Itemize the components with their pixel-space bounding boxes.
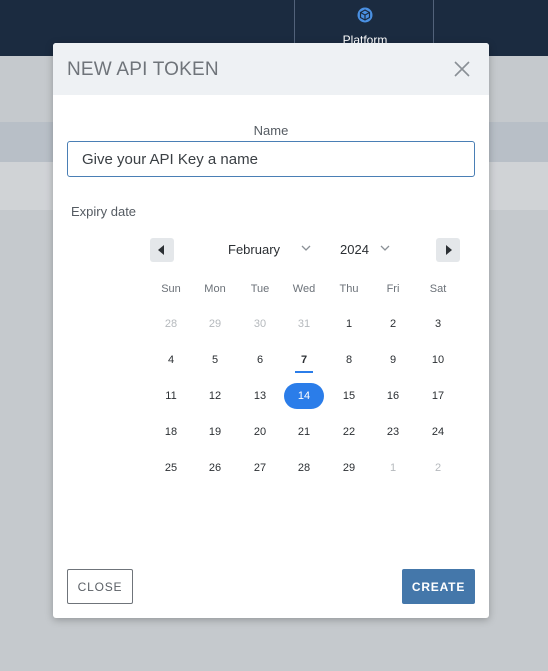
dialog-title: NEW API TOKEN: [67, 59, 219, 80]
new-api-token-dialog: NEW API TOKEN Name Expiry date February …: [53, 43, 489, 618]
calendar-day[interactable]: 23: [373, 419, 413, 445]
cube-icon: [357, 7, 373, 23]
calendar-day[interactable]: 1: [373, 455, 413, 481]
year-select[interactable]: 2024: [337, 241, 393, 261]
api-key-name-input[interactable]: [67, 141, 475, 177]
close-icon[interactable]: [453, 60, 471, 78]
weekday-label: Thu: [339, 283, 359, 295]
calendar-day-today[interactable]: 7: [284, 347, 324, 373]
calendar-day[interactable]: 28: [151, 311, 191, 337]
weekday-label: Sun: [161, 283, 181, 295]
calendar-day[interactable]: 27: [240, 455, 280, 481]
calendar-day[interactable]: 31: [284, 311, 324, 337]
calendar-day[interactable]: 8: [329, 347, 369, 373]
calendar-day[interactable]: 2: [373, 311, 413, 337]
chevron-down-icon: [301, 245, 311, 251]
calendar-day[interactable]: 25: [151, 455, 191, 481]
calendar-day[interactable]: 21: [284, 419, 324, 445]
calendar-day[interactable]: 2: [418, 455, 458, 481]
calendar-day[interactable]: 15: [329, 383, 369, 409]
month-select[interactable]: February: [225, 241, 315, 261]
calendar-day[interactable]: 29: [329, 455, 369, 481]
calendar-day[interactable]: 9: [373, 347, 413, 373]
weekday-label: Tue: [250, 283, 270, 295]
weekday-label: Mon: [204, 283, 226, 295]
year-select-value: 2024: [340, 242, 369, 257]
calendar-day[interactable]: 11: [151, 383, 191, 409]
close-button[interactable]: CLOSE: [67, 569, 133, 604]
expiry-date-label: Expiry date: [71, 204, 137, 219]
weekday-label: Fri: [386, 283, 400, 295]
calendar-day-selected[interactable]: 14: [284, 383, 324, 409]
calendar-day[interactable]: 24: [418, 419, 458, 445]
weekday-label: Sat: [429, 283, 447, 295]
calendar-day[interactable]: 17: [418, 383, 458, 409]
calendar-day[interactable]: 18: [151, 419, 191, 445]
triangle-left-icon: [158, 245, 164, 255]
weekday-label: Wed: [292, 283, 316, 295]
calendar-day[interactable]: 3: [418, 311, 458, 337]
calendar-day[interactable]: 22: [329, 419, 369, 445]
calendar-day[interactable]: 29: [195, 311, 235, 337]
calendar-day[interactable]: 26: [195, 455, 235, 481]
calendar-day[interactable]: 28: [284, 455, 324, 481]
chevron-down-icon: [380, 245, 390, 251]
calendar-day[interactable]: 5: [195, 347, 235, 373]
calendar-day[interactable]: 1: [329, 311, 369, 337]
triangle-right-icon: [446, 245, 452, 255]
calendar-day[interactable]: 10: [418, 347, 458, 373]
calendar-day[interactable]: 19: [195, 419, 235, 445]
calendar-day[interactable]: 6: [240, 347, 280, 373]
calendar-day[interactable]: 4: [151, 347, 191, 373]
name-label: Name: [253, 123, 289, 138]
calendar-day[interactable]: 12: [195, 383, 235, 409]
calendar-day[interactable]: 16: [373, 383, 413, 409]
calendar-day[interactable]: 30: [240, 311, 280, 337]
calendar-day[interactable]: 13: [240, 383, 280, 409]
month-select-value: February: [228, 242, 281, 257]
calendar-day[interactable]: 20: [240, 419, 280, 445]
dialog-header: NEW API TOKEN: [53, 43, 489, 95]
next-month-button[interactable]: [436, 238, 460, 262]
create-button[interactable]: CREATE: [402, 569, 475, 604]
previous-month-button[interactable]: [150, 238, 174, 262]
